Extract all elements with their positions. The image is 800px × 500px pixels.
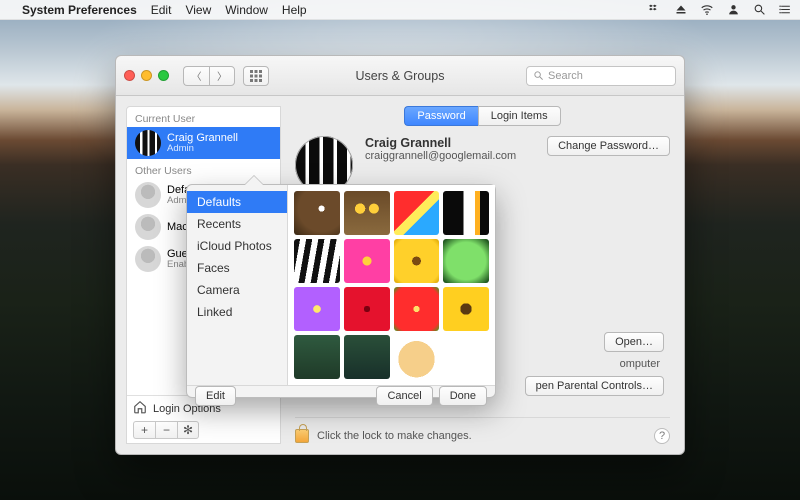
preferences-window: 〈 〉 Users & Groups Search Current User C… xyxy=(115,55,685,455)
avatar-tile-red-dahlia[interactable] xyxy=(394,287,440,331)
avatar-tile-penguin[interactable] xyxy=(443,191,489,235)
avatar-tile-zebra[interactable] xyxy=(294,239,340,283)
done-button[interactable]: Done xyxy=(439,386,487,406)
source-recents[interactable]: Recents xyxy=(187,213,287,235)
avatar-icon xyxy=(135,130,161,156)
avatar-tile-yellow-flower[interactable] xyxy=(394,239,440,283)
change-password-button[interactable]: Change Password… xyxy=(547,136,670,156)
add-user-button[interactable]: + xyxy=(133,421,155,439)
search-placeholder: Search xyxy=(548,70,583,82)
source-camera[interactable]: Camera xyxy=(187,279,287,301)
window-titlebar: 〈 〉 Users & Groups Search xyxy=(116,56,684,96)
avatar-tile-purple-flower[interactable] xyxy=(294,287,340,331)
avatar-tile-red-rose[interactable] xyxy=(344,287,390,331)
menu-help[interactable]: Help xyxy=(282,3,307,17)
profile-email: craiggrannell@googlemail.com xyxy=(365,150,516,162)
computer-label-fragment: omputer xyxy=(620,358,664,370)
nav-back-button[interactable]: 〈 xyxy=(183,66,209,86)
cancel-button[interactable]: Cancel xyxy=(376,386,432,406)
window-close-button[interactable] xyxy=(124,70,135,81)
help-button[interactable]: ? xyxy=(654,428,670,444)
remove-user-button[interactable]: − xyxy=(155,421,177,439)
source-linked[interactable]: Linked xyxy=(187,301,287,323)
avatar-tile-sunflower[interactable] xyxy=(443,287,489,331)
app-menu[interactable]: System Preferences xyxy=(22,3,137,17)
avatar-tile-parrot[interactable] xyxy=(394,191,440,235)
lock-icon[interactable] xyxy=(295,429,309,443)
sidebar-user-current[interactable]: Craig Grannell Admin xyxy=(127,127,280,159)
user-icon[interactable] xyxy=(726,3,740,17)
avatar-tile-leaf[interactable] xyxy=(443,239,489,283)
tab-bar: Password Login Items xyxy=(295,106,670,126)
sidebar-actions-button[interactable]: ✻ xyxy=(177,421,199,439)
avatar-tile-fortune-cookie[interactable] xyxy=(394,335,440,379)
avatar-tile-chalkboard[interactable] xyxy=(294,335,340,379)
notification-center-icon[interactable] xyxy=(778,3,792,17)
window-minimize-button[interactable] xyxy=(141,70,152,81)
avatar-icon xyxy=(135,214,161,240)
window-zoom-button[interactable] xyxy=(158,70,169,81)
source-defaults[interactable]: Defaults xyxy=(187,191,287,213)
avatar-icon xyxy=(135,182,161,208)
profile-name: Craig Grannell xyxy=(365,136,516,150)
avatar-icon xyxy=(135,246,161,272)
sidebar-user-role: Admin xyxy=(167,144,238,154)
spotlight-icon[interactable] xyxy=(752,3,766,17)
avatar-tile-chalk-math[interactable] xyxy=(344,335,390,379)
menu-edit[interactable]: Edit xyxy=(151,3,172,17)
nav-forward-button[interactable]: 〉 xyxy=(209,66,235,86)
dropbox-icon[interactable] xyxy=(648,3,662,17)
avatar-tile-eagle[interactable] xyxy=(294,191,340,235)
tab-password[interactable]: Password xyxy=(404,106,477,126)
eject-icon[interactable] xyxy=(674,3,688,17)
tab-login-items[interactable]: Login Items xyxy=(478,106,561,126)
source-faces[interactable]: Faces xyxy=(187,257,287,279)
menu-window[interactable]: Window xyxy=(225,3,268,17)
edit-avatar-button[interactable]: Edit xyxy=(195,386,236,406)
avatar-source-list: Defaults Recents iCloud Photos Faces Cam… xyxy=(187,185,287,385)
sidebar-user-name: Craig Grannell xyxy=(167,132,238,144)
lock-hint: Click the lock to make changes. xyxy=(317,430,472,442)
avatar-tile-pink-flower[interactable] xyxy=(344,239,390,283)
wifi-icon[interactable] xyxy=(700,3,714,17)
avatar-tile-blank[interactable] xyxy=(443,335,489,379)
avatar-grid xyxy=(287,185,495,385)
avatar-picker-popover: Defaults Recents iCloud Photos Faces Cam… xyxy=(186,184,496,398)
source-icloud[interactable]: iCloud Photos xyxy=(187,235,287,257)
menu-view[interactable]: View xyxy=(185,3,211,17)
home-icon xyxy=(133,400,147,417)
avatar-tile-owl[interactable] xyxy=(344,191,390,235)
open-parental-controls-button[interactable]: pen Parental Controls… xyxy=(525,376,664,396)
search-field[interactable]: Search xyxy=(526,66,676,86)
sidebar-group-current: Current User xyxy=(127,107,280,127)
open-button[interactable]: Open… xyxy=(604,332,664,352)
show-all-button[interactable] xyxy=(243,66,269,86)
menu-bar: System Preferences Edit View Window Help xyxy=(0,0,800,20)
